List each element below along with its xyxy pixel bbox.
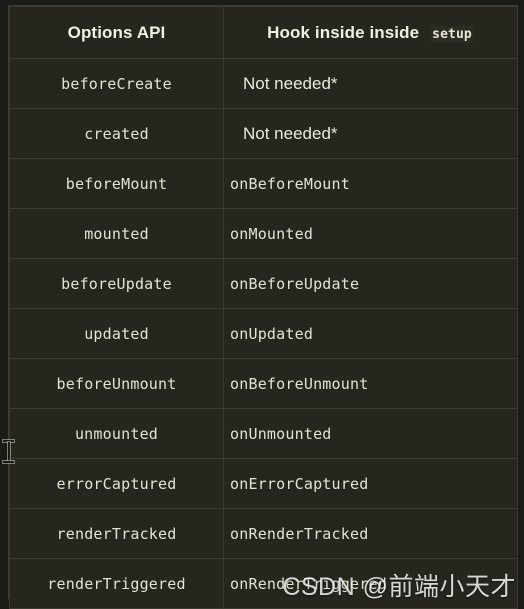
table-header: Options API Hook inside inside setup: [9, 6, 518, 59]
cell-options-api: renderTriggered: [9, 558, 224, 609]
column-header-hook-label: Hook inside inside: [267, 22, 420, 42]
table-row: beforeMount onBeforeMount: [9, 158, 518, 209]
cell-composition-hook: onBeforeMount: [223, 158, 518, 209]
table-row: created Not needed*: [9, 108, 518, 159]
table-body: beforeCreate Not needed* created Not needed…: [9, 58, 518, 609]
cell-options-api: mounted: [9, 208, 224, 259]
cell-composition-hook: onRenderTracked: [223, 508, 518, 559]
column-header-setup-code: setup: [430, 25, 474, 43]
column-header-hook-inside-setup: Hook inside inside setup: [223, 6, 518, 59]
header-row: Options API Hook inside inside setup: [9, 6, 518, 59]
cell-options-api: errorCaptured: [9, 458, 224, 509]
table-row: beforeUpdate onBeforeUpdate: [9, 258, 518, 309]
column-header-options-api: Options API: [9, 6, 224, 59]
cell-options-api: unmounted: [9, 408, 224, 459]
table-row: beforeCreate Not needed*: [9, 58, 518, 109]
cell-composition-hook: onBeforeUnmount: [223, 358, 518, 409]
lifecycle-comparison-table: Options API Hook inside inside setup bef…: [8, 5, 518, 609]
cell-options-api: beforeMount: [9, 158, 224, 209]
cell-options-api: created: [9, 108, 224, 159]
cell-composition-hook: onUpdated: [223, 308, 518, 359]
table-row: updated onUpdated: [9, 308, 518, 359]
table: Options API Hook inside inside setup bef…: [9, 6, 518, 609]
cell-composition-hook: Not needed*: [223, 108, 518, 159]
cell-composition-hook: onErrorCaptured: [223, 458, 518, 509]
cell-composition-hook: onUnmounted: [223, 408, 518, 459]
cell-options-api: beforeCreate: [9, 58, 224, 109]
table-row: unmounted onUnmounted: [9, 408, 518, 459]
cell-composition-hook: Not needed*: [223, 58, 518, 109]
table-row: renderTriggered onRenderTriggered: [9, 558, 518, 609]
cell-options-api: updated: [9, 308, 224, 359]
cell-options-api: renderTracked: [9, 508, 224, 559]
cell-options-api: beforeUnmount: [9, 358, 224, 409]
table-row: beforeUnmount onBeforeUnmount: [9, 358, 518, 409]
cell-composition-hook: onRenderTriggered: [223, 558, 518, 609]
table-row: mounted onMounted: [9, 208, 518, 259]
table-row: renderTracked onRenderTracked: [9, 508, 518, 559]
cell-composition-hook: onMounted: [223, 208, 518, 259]
cell-composition-hook: onBeforeUpdate: [223, 258, 518, 309]
table-row: errorCaptured onErrorCaptured: [9, 458, 518, 509]
screenshot-root: Options API Hook inside inside setup bef…: [0, 0, 524, 609]
header-inline-group: Hook inside inside setup: [267, 23, 474, 43]
cell-options-api: beforeUpdate: [9, 258, 224, 309]
